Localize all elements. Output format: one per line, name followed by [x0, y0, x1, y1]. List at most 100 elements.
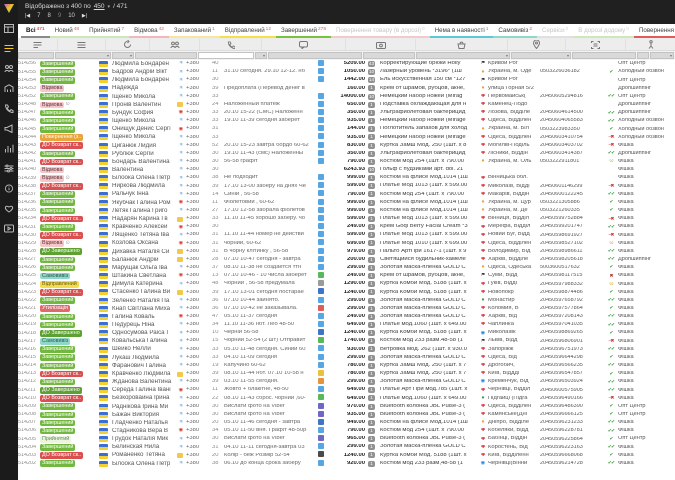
order-row[interactable]: 514246 Завершений Іщенко Микола ✳ +380 3…	[18, 117, 675, 125]
status-badge[interactable]: Завершений	[40, 297, 75, 304]
col-source-header[interactable]	[626, 39, 675, 50]
order-row[interactable]: 514238 ДО Возврат ск.. Ниркова Людмила ✳…	[18, 182, 675, 190]
status-badge[interactable]: Завершений	[40, 403, 75, 410]
col-ttn-header[interactable]	[566, 39, 626, 50]
status-badge[interactable]: Завершений	[40, 61, 75, 68]
status-badge[interactable]: ДО Возврат ск..	[40, 183, 83, 190]
status-badge[interactable]: Завершений	[40, 412, 75, 419]
order-row[interactable]: 514229 Відмова⊙ Козлова Оксана ◉ +380 31…	[18, 239, 675, 247]
order-row[interactable]: 514252 Завершений Іщенко Микола ✳ +380 3…	[18, 93, 675, 101]
ttn-number[interactable]: 20450603410754	[540, 135, 604, 141]
order-row[interactable]: 514255 Завершений Бадров Андрій Вікт ✳ +…	[18, 68, 675, 76]
status-badge[interactable]: Завершений	[40, 265, 75, 272]
status-badge[interactable]: Відмова	[40, 240, 64, 247]
status-badge[interactable]: Завершений	[40, 191, 75, 198]
order-row[interactable]: 514203 ДО Возврат ск.. Романенко Тетяна …	[18, 452, 675, 460]
order-row[interactable]: 514221 Утилізація Кнап Світлана Миха ✳ +…	[18, 305, 675, 313]
order-row[interactable]: 514213 ДО Возврат ск.. Кравченко Людмила…	[18, 370, 675, 378]
order-row[interactable]: 514217 Самовивіз Ковальська Галина ✳ +38…	[18, 337, 675, 345]
status-badge[interactable]: Завершений	[40, 69, 75, 76]
ttn-number[interactable]: 20450596490166	[540, 396, 604, 402]
order-row[interactable]: 514219 Завершений Педурець Ніна ✳ +380 3…	[18, 321, 675, 329]
order-row[interactable]: 514228 ДО Завершено Дихавка Наталія Си +…	[18, 248, 675, 256]
filter-id-input[interactable]	[18, 52, 54, 59]
ttn-number[interactable]: 20450603403702	[540, 143, 604, 149]
video-icon[interactable]	[3, 222, 15, 234]
order-row[interactable]: 514223 ДО Возврат ск.. Стасенко Галина В…	[18, 288, 675, 296]
order-row[interactable]: 514241 ДО Возврат ск.. Бондарь Валентина…	[18, 158, 675, 166]
stats-icon[interactable]	[3, 142, 15, 154]
status-badge[interactable]: Завершений	[40, 199, 75, 206]
ttn-number[interactable]: 20450596503924	[540, 379, 604, 385]
tab-9[interactable]: Самовивіз2	[493, 24, 537, 38]
status-badge[interactable]: Завершений	[40, 208, 75, 215]
status-badge[interactable]: Завершений	[40, 93, 75, 100]
status-badge[interactable]: Завершений	[40, 444, 75, 451]
filter-client-input[interactable]	[135, 52, 197, 59]
company-icon[interactable]	[3, 82, 15, 94]
col-client-header[interactable]	[150, 39, 200, 50]
filter-repeat-select[interactable]: ▾	[112, 52, 134, 59]
filter-ttn-input[interactable]	[572, 52, 636, 59]
filter-phone-input[interactable]	[198, 52, 254, 59]
order-row[interactable]: 514202 Завершений Білоока Олена Петр ✳ +…	[18, 460, 675, 468]
status-badge[interactable]: Завершений	[40, 379, 75, 386]
order-row[interactable]: 514222 Завершений Зеленко Наталія Па ✳ +…	[18, 297, 675, 305]
filter-source-select[interactable]: ▾	[650, 52, 674, 59]
order-row[interactable]: 514227 Завершений Баланюк Андрій +380 28…	[18, 256, 675, 264]
status-badge[interactable]: Завершений	[40, 363, 75, 370]
order-row[interactable]: 514248 Відмова⊙ Пронів Валентин +380 24 …	[18, 101, 675, 109]
calls-icon[interactable]	[3, 102, 15, 114]
status-badge[interactable]: Завершений	[40, 420, 75, 427]
order-row[interactable]: 514210 ДО Возврат ск.. Безкоровайна Ірин…	[18, 394, 675, 402]
ttn-number[interactable]: 20450604614500	[540, 110, 604, 116]
ttn-number[interactable]: 20450601146299	[540, 184, 604, 190]
info-icon[interactable]	[3, 182, 15, 194]
status-badge[interactable]: Утилізація	[40, 305, 70, 312]
col-comment-header[interactable]	[262, 39, 346, 50]
order-row[interactable]: 514226 Завершений Марущак Ольга Іва ✳ +3…	[18, 264, 675, 272]
ttn-number[interactable]: 20450596228781	[540, 428, 604, 434]
filter-ttn-status-select[interactable]	[637, 52, 649, 59]
status-badge[interactable]: Завершений	[40, 428, 75, 435]
status-badge[interactable]: Завершений	[40, 322, 75, 329]
order-row[interactable]: 514239 Відмова⊙ Білоока Олена Петр ✳ +38…	[18, 174, 675, 182]
order-row[interactable]: 514230 ДО Возврат ск.. Лященко Тетяна Ів…	[18, 231, 675, 239]
col-id-header[interactable]	[18, 39, 58, 50]
ttn-number[interactable]: 20450596666125	[540, 412, 604, 418]
ttn-number[interactable]: 0503223983350	[540, 127, 604, 133]
ttn-number[interactable]: 20450603414387	[540, 151, 604, 157]
status-badge[interactable]: ДО Возврат ск..	[40, 395, 83, 402]
ttn-number[interactable]: 20450597577864	[540, 306, 604, 312]
clients-icon[interactable]	[3, 62, 15, 74]
ttn-number[interactable]: 0503221305886	[540, 200, 604, 206]
ttn-number[interactable]: 20450599201747	[540, 224, 604, 230]
ttn-number[interactable]: 20450596668068	[540, 453, 604, 459]
status-badge[interactable]: ДО Возврат ск..	[40, 452, 83, 459]
tab-3[interactable]: Відмова42	[129, 24, 169, 38]
first-page-button[interactable]: |◀	[25, 13, 30, 19]
ttn-number[interactable]: 0503226036182	[540, 69, 604, 75]
ttn-number[interactable]: 20450596214728	[540, 461, 604, 467]
order-row[interactable]: 514220 Завершений Галина Коваль ◉ +380 4…	[18, 313, 675, 321]
col-price-header[interactable]	[346, 39, 416, 50]
order-row[interactable]: 514234 ДО Возврат ск.. Надарян Карина Гв…	[18, 215, 675, 223]
status-badge[interactable]: Завершений	[40, 126, 75, 133]
order-row[interactable]: 514214 Завершений Фаранович Галина ✳ +38…	[18, 362, 675, 370]
ttn-number[interactable]: 20450600575905	[540, 388, 604, 394]
settings-icon[interactable]	[3, 162, 15, 174]
ttn-number[interactable]: 20450597658792	[540, 298, 604, 304]
ttn-number[interactable]: 20450596547857	[540, 371, 604, 377]
order-row[interactable]: 514209 Завершений Раднікова Ірина Ми ✳ +…	[18, 403, 675, 411]
tab-11[interactable]: В дорозі додому0	[573, 24, 634, 38]
order-row[interactable]: 514205 Прийнятий Грудок Наталія Мик ✳ +3…	[18, 435, 675, 443]
status-badge[interactable]: ДО Возврат ск..	[40, 232, 83, 239]
ttn-number[interactable]: 20450598205618	[540, 257, 604, 263]
order-row[interactable]: 514212 Завершений Жданова Валентина ✳ +3…	[18, 378, 675, 386]
ttn-number[interactable]: 20450596806901	[540, 339, 604, 345]
ttn-number[interactable]: 20450598986611	[540, 249, 604, 255]
order-row[interactable]: 514237 Завершений Ральчук Інна ✳ +380 14…	[18, 191, 675, 199]
status-badge[interactable]: Завершений	[40, 314, 75, 321]
ttn-number[interactable]: 20450597041035	[540, 322, 604, 328]
ttn-number[interactable]: 20450600122245	[540, 192, 604, 198]
